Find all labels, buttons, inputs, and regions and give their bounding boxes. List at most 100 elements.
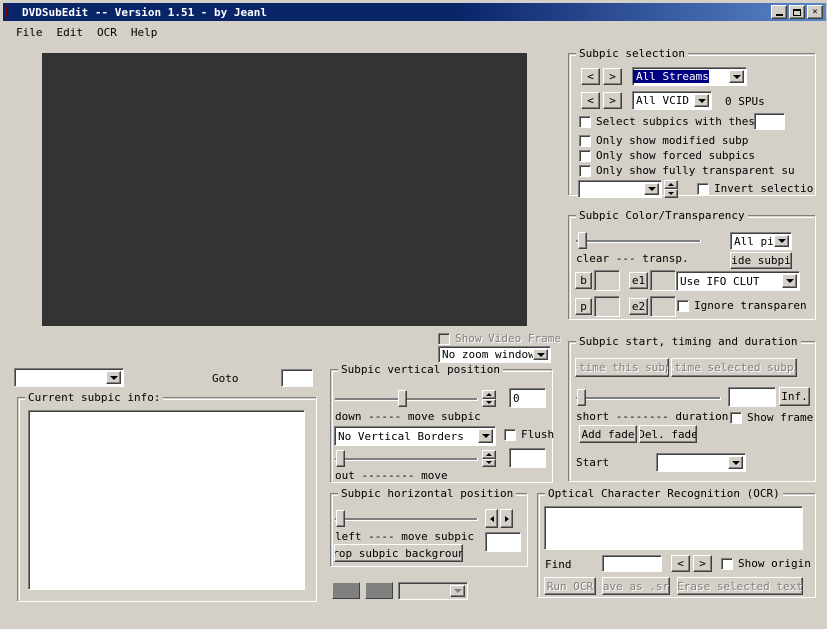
color-p-label-button[interactable]: p <box>575 298 592 315</box>
find-prev-button[interactable]: < <box>671 555 690 572</box>
vcid-next-button[interactable]: > <box>603 92 622 109</box>
duration-input[interactable] <box>728 387 776 407</box>
select-subpics-with-these-checkbox[interactable]: Select subpics with these <box>579 115 762 128</box>
close-icon: ✕ <box>812 8 817 17</box>
vertical-move-spinner[interactable] <box>482 390 496 407</box>
horizontal-right-button[interactable] <box>500 509 513 528</box>
minimize-button[interactable] <box>771 5 787 19</box>
vertical-borders-combo[interactable]: No Vertical Borders <box>334 426 496 446</box>
chevron-down-icon[interactable] <box>728 456 743 469</box>
maximize-button[interactable] <box>789 5 805 19</box>
crop-subpic-background-button[interactable]: Crop subpic background <box>334 544 463 562</box>
show-frame-checkbox[interactable]: Show frame <box>730 411 813 424</box>
save-as-srt-button[interactable]: Save as .srt <box>602 577 670 595</box>
chevron-down-icon[interactable] <box>729 70 744 83</box>
vertical-move-input[interactable]: 0 <box>509 388 546 408</box>
chevron-down-icon[interactable] <box>533 349 548 360</box>
spinner-up-icon[interactable] <box>664 180 678 189</box>
del-fade-button[interactable]: Del. fade <box>639 425 697 443</box>
vcid-prev-button[interactable]: < <box>581 92 600 109</box>
spinner-down-icon[interactable] <box>482 459 496 468</box>
subpic-selection-title: Subpic selection <box>576 47 688 60</box>
menu-item-help[interactable]: Help <box>124 25 165 40</box>
spinner-down-icon[interactable] <box>664 189 678 198</box>
clut-combo[interactable]: Use IFO CLUT <box>676 271 800 291</box>
find-input[interactable] <box>602 555 662 572</box>
color-e2-swatch[interactable] <box>650 296 676 317</box>
hide-subpic-button[interactable]: Hide subpic <box>730 252 792 269</box>
show-video-frame-checkbox[interactable]: Show Video Frame <box>438 332 561 345</box>
spinner-up-icon[interactable] <box>482 450 496 459</box>
vcid-combo[interactable]: All VCID <box>632 91 712 110</box>
only-show-transparent-checkbox[interactable]: Only show fully transparent su <box>579 164 795 177</box>
color-b-label-button[interactable]: b <box>575 272 592 289</box>
only-show-modified-checkbox[interactable]: Only show modified subp <box>579 134 748 147</box>
subpic-list-combo[interactable] <box>14 368 124 387</box>
vertical-out-slider[interactable] <box>335 450 478 467</box>
show-origin-checkbox[interactable]: Show origin <box>721 557 811 570</box>
color-b-swatch[interactable] <box>594 270 620 291</box>
vertical-move-slider[interactable] <box>335 390 478 407</box>
horizontal-move-input[interactable] <box>485 532 521 552</box>
color-e1-label-button[interactable]: e1 <box>629 272 648 289</box>
duration-slider-label: short -------- duration <box>576 410 728 423</box>
find-next-button[interactable]: > <box>693 555 712 572</box>
only-show-forced-checkbox[interactable]: Only show forced subpics <box>579 149 755 162</box>
chevron-down-icon[interactable] <box>478 429 493 443</box>
add-fade-button[interactable]: Add fade <box>579 425 637 443</box>
all-pix-combo[interactable]: All pix <box>730 232 792 250</box>
goto-label: Goto <box>212 372 239 385</box>
chevron-down-icon[interactable] <box>644 183 659 195</box>
duration-inf-button[interactable]: Inf. <box>779 387 810 406</box>
duration-slider[interactable] <box>576 389 721 406</box>
chevron-down-icon[interactable] <box>450 585 465 597</box>
select-subpics-input[interactable] <box>754 113 785 130</box>
stream-prev-button[interactable]: < <box>581 68 600 85</box>
checkbox-box <box>504 429 516 441</box>
menu-item-edit[interactable]: Edit <box>50 25 91 40</box>
video-preview[interactable] <box>42 53 527 326</box>
vertical-out-spinner[interactable] <box>482 450 496 467</box>
color-e2-label-button[interactable]: e2 <box>629 298 648 315</box>
chevron-down-icon[interactable] <box>782 274 797 288</box>
selection-spinner[interactable] <box>664 180 678 198</box>
title-bar: DVDSubEdit -- Version 1.51 - by Jeanl ✕ <box>3 3 826 21</box>
horizontal-left-button[interactable] <box>485 509 498 528</box>
retime-this-subpic-button[interactable]: Re-time this subpic <box>575 358 669 377</box>
bottom-button-2[interactable] <box>365 582 393 599</box>
selection-filter-combo[interactable] <box>578 180 662 198</box>
vertical-out-input[interactable] <box>509 448 546 468</box>
flush-checkbox[interactable]: Flush <box>504 428 554 441</box>
only-show-transparent-label: Only show fully transparent su <box>596 164 795 177</box>
bottom-combo[interactable] <box>398 582 468 600</box>
ocr-textarea[interactable] <box>544 506 803 550</box>
chevron-down-icon[interactable] <box>774 235 789 247</box>
bottom-button-1[interactable] <box>332 582 360 599</box>
spinner-up-icon[interactable] <box>482 390 496 399</box>
close-button[interactable]: ✕ <box>807 5 823 19</box>
run-ocr-button[interactable]: Run OCR <box>544 577 596 595</box>
goto-input[interactable] <box>281 369 313 387</box>
color-e1-swatch[interactable] <box>650 270 676 291</box>
stream-next-button[interactable]: > <box>603 68 622 85</box>
transparency-slider[interactable] <box>576 232 701 249</box>
current-subpic-info-title: Current subpic info: <box>25 391 163 404</box>
current-subpic-info-textarea[interactable] <box>28 410 305 590</box>
erase-selected-text-button[interactable]: Erase selected text <box>677 577 803 595</box>
chevron-down-icon[interactable] <box>694 94 709 107</box>
vertical-borders-value: No Vertical Borders <box>335 430 478 443</box>
stream-combo[interactable]: All Streams <box>632 67 747 86</box>
chevron-down-icon[interactable] <box>106 371 121 384</box>
checkbox-box <box>579 135 591 147</box>
ignore-transparency-checkbox[interactable]: Ignore transparen <box>677 299 807 312</box>
menu-item-file[interactable]: File <box>9 25 50 40</box>
start-combo[interactable] <box>656 453 746 472</box>
horizontal-move-slider[interactable] <box>335 510 478 527</box>
spinner-down-icon[interactable] <box>482 399 496 408</box>
invert-selection-checkbox[interactable]: Invert selectio <box>697 182 813 195</box>
ignore-transparency-label: Ignore transparen <box>694 299 807 312</box>
zoom-window-combo[interactable]: No zoom window <box>438 346 551 363</box>
color-p-swatch[interactable] <box>594 296 620 317</box>
retime-selected-subpics-button[interactable]: Re-time selected subpics <box>671 358 797 377</box>
menu-item-ocr[interactable]: OCR <box>90 25 124 40</box>
